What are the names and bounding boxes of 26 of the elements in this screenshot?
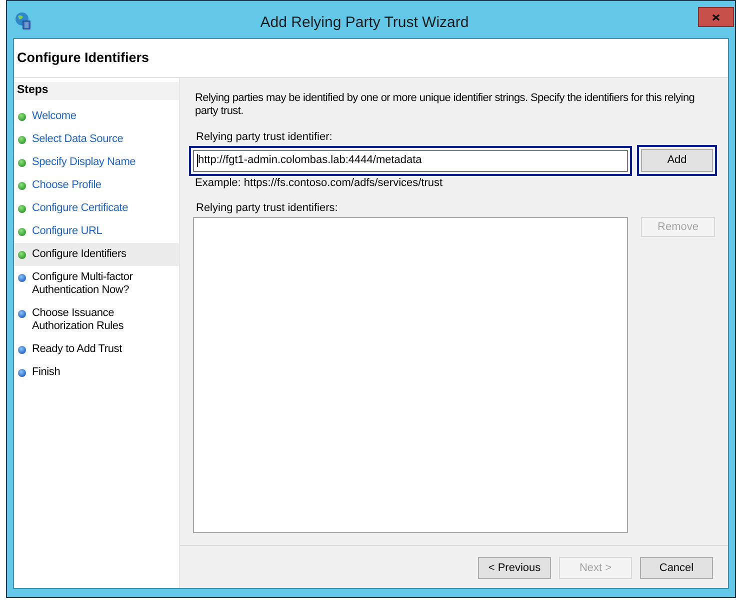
description-text: Relying parties may be identified by one or more unique identifier strings. Specify the identifiers for this relying party trust.	[195, 92, 696, 118]
close-button[interactable]	[698, 7, 734, 27]
step-item[interactable]: Configure URL	[14, 220, 179, 243]
text-cursor	[197, 154, 198, 167]
step-item[interactable]: Configure Identifiers	[14, 243, 179, 266]
window-title: Add Relying Party Trust Wizard	[259, 14, 470, 32]
example-text: Example: https://fs.contoso.com/adfs/services/trust	[195, 177, 443, 190]
footer-button[interactable]: Cancel	[640, 557, 713, 579]
identifier-label: Relying party trust identifier:	[196, 131, 332, 144]
step-item[interactable]: Ready to Add Trust	[14, 338, 179, 361]
step-item[interactable]: Configure Certificate	[14, 197, 179, 220]
step-item[interactable]: Choose Profile	[14, 174, 179, 197]
identifier-input[interactable]: http://fgt1-admin.colombas.lab:4444/metadata	[193, 150, 628, 172]
identifiers-label: Relying party trust identifiers:	[196, 202, 338, 215]
close-icon	[712, 14, 720, 20]
footer-button[interactable]: < Previous	[478, 557, 551, 579]
add-button[interactable]: Add	[641, 149, 713, 172]
page-heading: Configure Identifiers	[17, 48, 150, 67]
step-item[interactable]: Welcome	[14, 105, 179, 128]
step-item[interactable]: Select Data Source	[14, 128, 179, 151]
step-item[interactable]: Finish	[14, 361, 179, 384]
step-item[interactable]: Choose Issuance Authorization Rules	[14, 302, 179, 338]
globe-icon	[15, 12, 31, 30]
step-item[interactable]: Configure Multi-factor Authentication Now?	[14, 266, 179, 302]
step-item[interactable]: Specify Display Name	[14, 151, 179, 174]
steps-header: Steps	[14, 82, 179, 100]
